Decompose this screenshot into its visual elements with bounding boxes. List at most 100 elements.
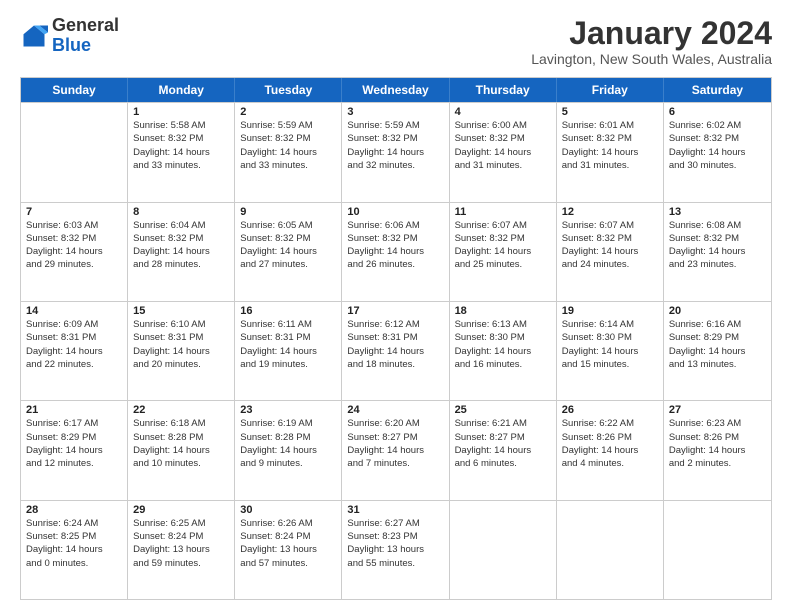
cell-info-line: and 57 minutes.	[240, 557, 336, 570]
cell-info-line: Sunrise: 6:07 AM	[562, 219, 658, 232]
cell-info-line: and 16 minutes.	[455, 358, 551, 371]
day-cell-25: 25Sunrise: 6:21 AMSunset: 8:27 PMDayligh…	[450, 401, 557, 499]
cell-info-line: Daylight: 14 hours	[669, 444, 766, 457]
day-cell-empty	[664, 501, 771, 599]
day-number: 28	[26, 504, 122, 516]
cell-info-line: Sunrise: 6:05 AM	[240, 219, 336, 232]
cell-info-line: Sunset: 8:26 PM	[669, 431, 766, 444]
cell-info-line: and 30 minutes.	[669, 159, 766, 172]
day-number: 18	[455, 305, 551, 317]
day-cell-28: 28Sunrise: 6:24 AMSunset: 8:25 PMDayligh…	[21, 501, 128, 599]
cell-info-line: Daylight: 14 hours	[133, 345, 229, 358]
cell-info-line: Daylight: 14 hours	[562, 345, 658, 358]
week-row-4: 21Sunrise: 6:17 AMSunset: 8:29 PMDayligh…	[21, 400, 771, 499]
day-number: 29	[133, 504, 229, 516]
cell-info-line: Sunrise: 6:09 AM	[26, 318, 122, 331]
cell-info-line: Sunset: 8:27 PM	[455, 431, 551, 444]
cell-info-line: Sunrise: 6:25 AM	[133, 517, 229, 530]
cell-info-line: and 31 minutes.	[562, 159, 658, 172]
cell-info-line: Daylight: 14 hours	[26, 345, 122, 358]
cell-info-line: Sunset: 8:32 PM	[562, 132, 658, 145]
cell-info-line: Sunrise: 6:18 AM	[133, 417, 229, 430]
cell-info-line: Sunset: 8:26 PM	[562, 431, 658, 444]
cell-info-line: and 13 minutes.	[669, 358, 766, 371]
cell-info-line: and 27 minutes.	[240, 258, 336, 271]
cell-info-line: and 4 minutes.	[562, 457, 658, 470]
day-header-friday: Friday	[557, 78, 664, 102]
cell-info-line: Daylight: 14 hours	[455, 146, 551, 159]
cell-info-line: and 24 minutes.	[562, 258, 658, 271]
cell-info-line: Sunset: 8:30 PM	[455, 331, 551, 344]
cell-info-line: Daylight: 14 hours	[347, 245, 443, 258]
cell-info-line: and 59 minutes.	[133, 557, 229, 570]
cell-info-line: Sunset: 8:31 PM	[347, 331, 443, 344]
cell-info-line: and 33 minutes.	[133, 159, 229, 172]
day-cell-29: 29Sunrise: 6:25 AMSunset: 8:24 PMDayligh…	[128, 501, 235, 599]
cell-info-line: Daylight: 14 hours	[562, 444, 658, 457]
cell-info-line: Sunrise: 6:13 AM	[455, 318, 551, 331]
day-number: 14	[26, 305, 122, 317]
day-cell-3: 3Sunrise: 5:59 AMSunset: 8:32 PMDaylight…	[342, 103, 449, 201]
cell-info-line: Daylight: 13 hours	[133, 543, 229, 556]
day-cell-11: 11Sunrise: 6:07 AMSunset: 8:32 PMDayligh…	[450, 203, 557, 301]
logo-blue: Blue	[52, 35, 91, 55]
cell-info-line: Daylight: 14 hours	[133, 245, 229, 258]
cell-info-line: Daylight: 13 hours	[347, 543, 443, 556]
day-cell-empty	[21, 103, 128, 201]
day-number: 27	[669, 404, 766, 416]
cell-info-line: Sunrise: 6:14 AM	[562, 318, 658, 331]
day-cell-20: 20Sunrise: 6:16 AMSunset: 8:29 PMDayligh…	[664, 302, 771, 400]
cell-info-line: and 32 minutes.	[347, 159, 443, 172]
day-cell-31: 31Sunrise: 6:27 AMSunset: 8:23 PMDayligh…	[342, 501, 449, 599]
cell-info-line: Sunset: 8:32 PM	[562, 232, 658, 245]
day-cell-empty	[450, 501, 557, 599]
day-cell-27: 27Sunrise: 6:23 AMSunset: 8:26 PMDayligh…	[664, 401, 771, 499]
cell-info-line: Daylight: 14 hours	[455, 444, 551, 457]
cell-info-line: Sunset: 8:32 PM	[240, 132, 336, 145]
cell-info-line: and 18 minutes.	[347, 358, 443, 371]
day-cell-12: 12Sunrise: 6:07 AMSunset: 8:32 PMDayligh…	[557, 203, 664, 301]
cell-info-line: Sunset: 8:32 PM	[455, 132, 551, 145]
day-header-sunday: Sunday	[21, 78, 128, 102]
day-number: 1	[133, 106, 229, 118]
day-cell-15: 15Sunrise: 6:10 AMSunset: 8:31 PMDayligh…	[128, 302, 235, 400]
cell-info-line: Sunset: 8:31 PM	[133, 331, 229, 344]
day-cell-14: 14Sunrise: 6:09 AMSunset: 8:31 PMDayligh…	[21, 302, 128, 400]
day-number: 31	[347, 504, 443, 516]
logo-icon	[20, 22, 48, 50]
cell-info-line: Sunset: 8:24 PM	[240, 530, 336, 543]
cell-info-line: and 26 minutes.	[347, 258, 443, 271]
day-header-monday: Monday	[128, 78, 235, 102]
calendar: SundayMondayTuesdayWednesdayThursdayFrid…	[20, 77, 772, 600]
cell-info-line: Daylight: 14 hours	[562, 245, 658, 258]
week-row-2: 7Sunrise: 6:03 AMSunset: 8:32 PMDaylight…	[21, 202, 771, 301]
page: General Blue January 2024 Lavington, New…	[0, 0, 792, 612]
day-number: 7	[26, 206, 122, 218]
cell-info-line: Sunrise: 6:23 AM	[669, 417, 766, 430]
cell-info-line: Sunrise: 5:58 AM	[133, 119, 229, 132]
cell-info-line: Sunrise: 6:22 AM	[562, 417, 658, 430]
cell-info-line: Daylight: 14 hours	[240, 146, 336, 159]
day-number: 11	[455, 206, 551, 218]
day-cell-1: 1Sunrise: 5:58 AMSunset: 8:32 PMDaylight…	[128, 103, 235, 201]
day-cell-16: 16Sunrise: 6:11 AMSunset: 8:31 PMDayligh…	[235, 302, 342, 400]
day-cell-10: 10Sunrise: 6:06 AMSunset: 8:32 PMDayligh…	[342, 203, 449, 301]
cell-info-line: Sunset: 8:23 PM	[347, 530, 443, 543]
cell-info-line: Sunset: 8:27 PM	[347, 431, 443, 444]
cell-info-line: and 31 minutes.	[455, 159, 551, 172]
cell-info-line: Sunset: 8:31 PM	[26, 331, 122, 344]
cell-info-line: Sunset: 8:32 PM	[133, 232, 229, 245]
cell-info-line: Daylight: 14 hours	[26, 543, 122, 556]
cell-info-line: Sunset: 8:28 PM	[133, 431, 229, 444]
day-number: 10	[347, 206, 443, 218]
week-row-3: 14Sunrise: 6:09 AMSunset: 8:31 PMDayligh…	[21, 301, 771, 400]
cell-info-line: Daylight: 14 hours	[133, 444, 229, 457]
cell-info-line: Sunrise: 6:08 AM	[669, 219, 766, 232]
cell-info-line: Sunset: 8:31 PM	[240, 331, 336, 344]
day-number: 26	[562, 404, 658, 416]
cell-info-line: Daylight: 14 hours	[455, 245, 551, 258]
day-cell-5: 5Sunrise: 6:01 AMSunset: 8:32 PMDaylight…	[557, 103, 664, 201]
day-cell-22: 22Sunrise: 6:18 AMSunset: 8:28 PMDayligh…	[128, 401, 235, 499]
day-cell-26: 26Sunrise: 6:22 AMSunset: 8:26 PMDayligh…	[557, 401, 664, 499]
day-number: 4	[455, 106, 551, 118]
